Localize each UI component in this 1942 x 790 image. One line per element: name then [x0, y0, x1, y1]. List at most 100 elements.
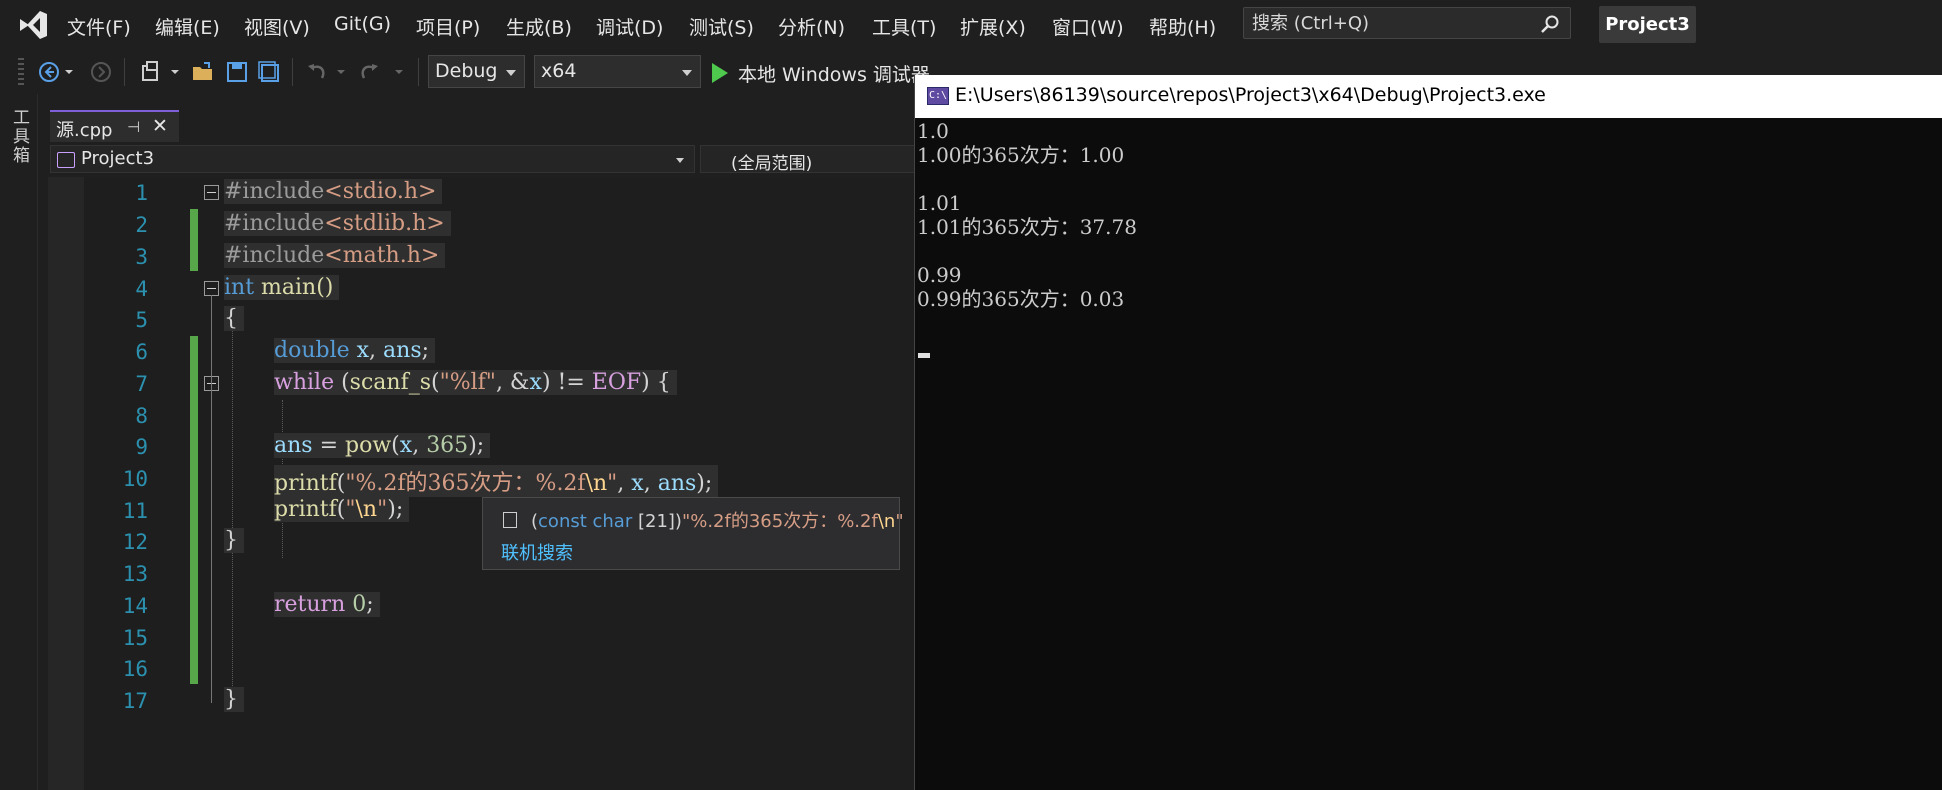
code-token: x: [631, 471, 644, 496]
collapse-icon[interactable]: [204, 185, 219, 200]
code-token: ans: [274, 433, 313, 458]
visual-studio-logo-icon[interactable]: [16, 8, 50, 42]
code-token: , &: [495, 370, 530, 395]
code-token: );: [468, 433, 485, 458]
code-token: x: [529, 370, 542, 395]
navigate-forward-icon[interactable]: [88, 60, 114, 84]
menu-analyze[interactable]: 分析(N): [778, 13, 845, 40]
code-token: ,: [643, 471, 658, 496]
project-scope-select[interactable]: Project3: [50, 145, 695, 173]
line-number: 12: [122, 530, 148, 554]
menu-help[interactable]: 帮助(H): [1149, 13, 1216, 40]
line-number: 4: [135, 277, 148, 301]
open-folder-icon[interactable]: [190, 60, 216, 84]
new-project-icon[interactable]: [138, 60, 164, 84]
console-window[interactable]: C:\ E:\Users\86139\source\repos\Project3…: [914, 75, 1942, 790]
line-number: 15: [122, 626, 148, 650]
project-name-badge[interactable]: Project3: [1599, 6, 1696, 43]
collapse-icon[interactable]: [204, 281, 219, 296]
menu-window[interactable]: 窗口(W): [1052, 13, 1124, 40]
tooltip-token: const char: [538, 511, 633, 532]
menu-test[interactable]: 测试(S): [689, 13, 754, 40]
chevron-down-icon: [506, 70, 516, 76]
toolbar-grip[interactable]: [18, 58, 24, 88]
redo-icon[interactable]: [356, 60, 382, 84]
menu-project[interactable]: 项目(P): [416, 13, 480, 40]
code-token: \n: [355, 497, 378, 522]
platform-select-value: x64: [541, 60, 577, 82]
code-token: #include: [224, 243, 325, 268]
code-token: ": [377, 497, 388, 522]
tooltip-token: ": [895, 511, 904, 532]
menu-edit[interactable]: 编辑(E): [155, 13, 220, 40]
menu-debug[interactable]: 调试(D): [596, 13, 663, 40]
tooltip-token: "%.2f的365次方：%.2f: [681, 511, 878, 532]
code-token: EOF: [591, 370, 642, 395]
code-token: printf: [274, 471, 337, 496]
menu-tools[interactable]: 工具(T): [872, 13, 936, 40]
search-icon: [1541, 15, 1559, 33]
menu-extensions[interactable]: 扩展(X): [960, 13, 1026, 40]
chevron-down-icon[interactable]: [392, 60, 406, 84]
tab-source-cpp[interactable]: 源.cpp ⊣ ✕: [50, 110, 179, 142]
toolbar-separator: [292, 58, 293, 86]
line-number: 11: [122, 499, 148, 523]
save-icon[interactable]: [224, 60, 250, 84]
tooltip-token: (: [531, 511, 539, 532]
undo-icon[interactable]: [304, 60, 330, 84]
chevron-down-icon: [676, 158, 684, 163]
code-token: (: [431, 370, 440, 395]
code-token: 365: [426, 433, 469, 458]
code-token: "%lf": [439, 370, 496, 395]
menu-build[interactable]: 生成(B): [506, 13, 572, 40]
menu-view[interactable]: 视图(V): [244, 13, 310, 40]
code-token: );: [696, 471, 713, 496]
left-tool-strip: [0, 94, 38, 790]
toolbar-separator: [418, 58, 419, 86]
line-number: 9: [135, 435, 148, 459]
code-token: ": [607, 471, 618, 496]
code-token: x: [349, 338, 370, 363]
tooltip-token: [21]): [632, 511, 682, 532]
code-line-14: return 0;: [274, 592, 380, 617]
code-line-4: int main(): [224, 275, 340, 300]
console-title-bar[interactable]: C:\ E:\Users\86139\source\repos\Project3…: [915, 75, 1942, 118]
close-icon[interactable]: ✕: [152, 115, 168, 137]
navigate-back-icon[interactable]: [36, 60, 62, 84]
console-title: E:\Users\86139\source\repos\Project3\x64…: [955, 84, 1546, 106]
code-line-1: #include<stdio.h>: [224, 179, 443, 204]
code-token: pow: [345, 433, 392, 458]
toolbar-separator: [124, 58, 125, 86]
code-token: x: [399, 433, 413, 458]
menu-git[interactable]: Git(G): [334, 13, 391, 35]
code-token: ;: [421, 338, 430, 363]
search-input[interactable]: [1252, 12, 1532, 34]
search-box[interactable]: [1243, 7, 1571, 39]
online-search-link[interactable]: 联机搜索: [501, 539, 573, 565]
line-number: 16: [122, 657, 148, 681]
code-token: <math.h>: [324, 243, 440, 268]
change-indicator: [190, 209, 198, 271]
chevron-down-icon[interactable]: [62, 60, 76, 84]
code-token: ,: [369, 338, 384, 363]
configuration-select[interactable]: Debug: [428, 55, 525, 88]
code-token: main(): [254, 275, 334, 300]
chevron-down-icon[interactable]: [334, 60, 348, 84]
code-token: (: [391, 433, 400, 458]
indent-guide: [232, 310, 233, 702]
save-all-icon[interactable]: [256, 60, 282, 84]
line-number: 10: [122, 467, 148, 491]
code-token: ans: [657, 471, 697, 496]
menu-file[interactable]: 文件(F): [67, 13, 131, 40]
code-token: 0: [345, 592, 367, 617]
line-number: 7: [135, 372, 148, 396]
editor-indicator-margin: [48, 177, 84, 790]
platform-select[interactable]: x64: [534, 55, 701, 88]
code-line-10: printf("%.2f的365次方：%.2f\n", x, ans);: [274, 465, 719, 497]
start-debugging-button[interactable]: 本地 Windows 调试器: [712, 58, 930, 88]
pin-icon[interactable]: ⊣: [127, 118, 140, 136]
code-token: return: [274, 592, 346, 617]
chevron-down-icon[interactable]: [168, 60, 182, 84]
global-scope-select[interactable]: (全局范围): [700, 145, 915, 174]
toolbox-tab[interactable]: 工具箱: [9, 108, 32, 165]
